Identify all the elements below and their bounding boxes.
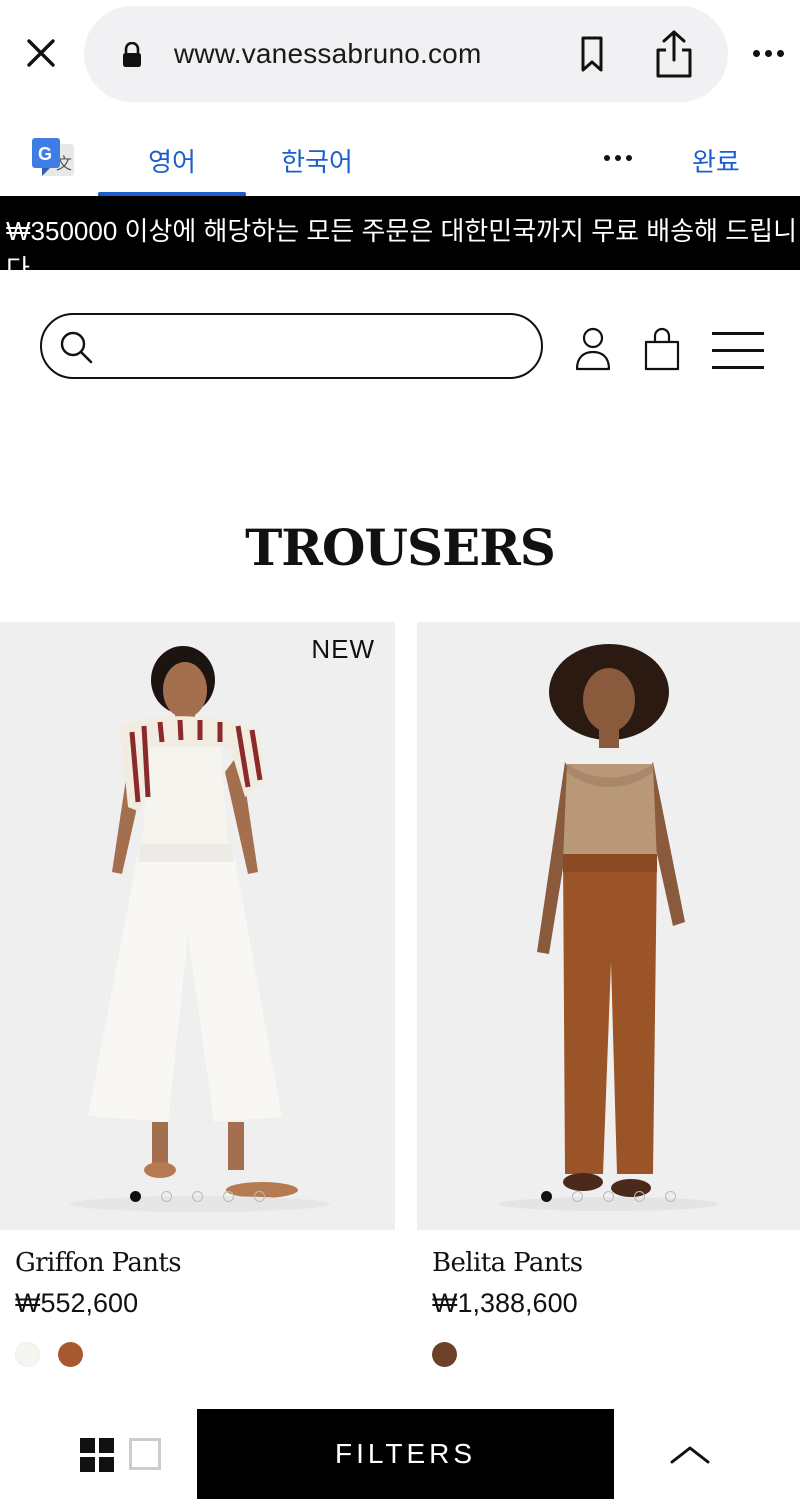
hamburger-menu-icon[interactable]: [712, 330, 764, 370]
grid-view-icon[interactable]: [80, 1438, 114, 1472]
chevron-up-icon[interactable]: [666, 1436, 714, 1472]
product-card[interactable]: NEW Griffon Pants ₩552,600: [0, 622, 395, 1367]
carousel-dot[interactable]: [223, 1191, 234, 1202]
product-image[interactable]: [417, 622, 800, 1230]
done-button[interactable]: 완료: [692, 142, 740, 179]
product-image[interactable]: NEW: [0, 622, 395, 1230]
color-swatches: [432, 1342, 457, 1367]
product-name[interactable]: Belita Pants: [432, 1248, 583, 1278]
color-swatch[interactable]: [58, 1342, 83, 1367]
carousel-dot[interactable]: [130, 1191, 141, 1202]
color-swatch[interactable]: [432, 1342, 457, 1367]
filters-button[interactable]: FILTERS: [197, 1409, 614, 1499]
translate-bar: 文 G 영어 한국어 완료: [0, 108, 800, 197]
product-price: ₩552,600: [15, 1288, 139, 1318]
image-carousel-dots[interactable]: [417, 1191, 800, 1202]
url-text: www.vanessabruno.com: [174, 38, 482, 69]
close-icon[interactable]: [20, 32, 62, 74]
search-input[interactable]: [104, 325, 524, 369]
carousel-dot[interactable]: [665, 1191, 676, 1202]
carousel-dot[interactable]: [634, 1191, 645, 1202]
more-options-icon[interactable]: [748, 38, 788, 68]
google-translate-icon: 文 G: [30, 136, 76, 182]
promo-banner: ₩350000 이상에 해당하는 모든 주문은 대한민국까지 무료 배송해 드립…: [0, 196, 800, 270]
svg-text:G: G: [38, 144, 52, 164]
search-icon: [58, 329, 94, 365]
carousel-dot[interactable]: [541, 1191, 552, 1202]
product-photo-white-pants: [70, 646, 330, 1212]
carousel-dot[interactable]: [603, 1191, 614, 1202]
color-swatch[interactable]: [15, 1342, 40, 1367]
translate-more-icon[interactable]: [600, 148, 636, 168]
lock-icon: [122, 41, 142, 73]
color-swatches: [15, 1342, 83, 1367]
new-badge: NEW: [311, 634, 375, 664]
image-carousel-dots[interactable]: [0, 1191, 395, 1202]
bookmark-icon[interactable]: [574, 34, 610, 74]
tab-source-language[interactable]: 영어: [98, 142, 246, 179]
tab-target-language[interactable]: 한국어: [262, 142, 372, 179]
account-icon[interactable]: [574, 326, 612, 372]
search-box[interactable]: [40, 313, 543, 379]
share-icon[interactable]: [652, 28, 696, 80]
product-photo-brown-pants: [499, 644, 719, 1211]
carousel-dot[interactable]: [254, 1191, 265, 1202]
carousel-dot[interactable]: [161, 1191, 172, 1202]
shopping-bag-icon[interactable]: [642, 326, 682, 372]
single-view-icon[interactable]: [129, 1438, 161, 1470]
address-bar[interactable]: www.vanessabruno.com: [84, 6, 728, 102]
page-title: TROUSERS: [245, 518, 556, 577]
product-name[interactable]: Griffon Pants: [15, 1248, 182, 1278]
product-card[interactable]: Belita Pants ₩1,388,600: [417, 622, 800, 1367]
carousel-dot[interactable]: [572, 1191, 583, 1202]
product-price: ₩1,388,600: [432, 1288, 578, 1318]
carousel-dot[interactable]: [192, 1191, 203, 1202]
promo-text: ₩350000 이상에 해당하는 모든 주문은 대한민국까지 무료 배송해 드립…: [6, 216, 798, 270]
browser-toolbar: www.vanessabruno.com: [0, 0, 800, 108]
